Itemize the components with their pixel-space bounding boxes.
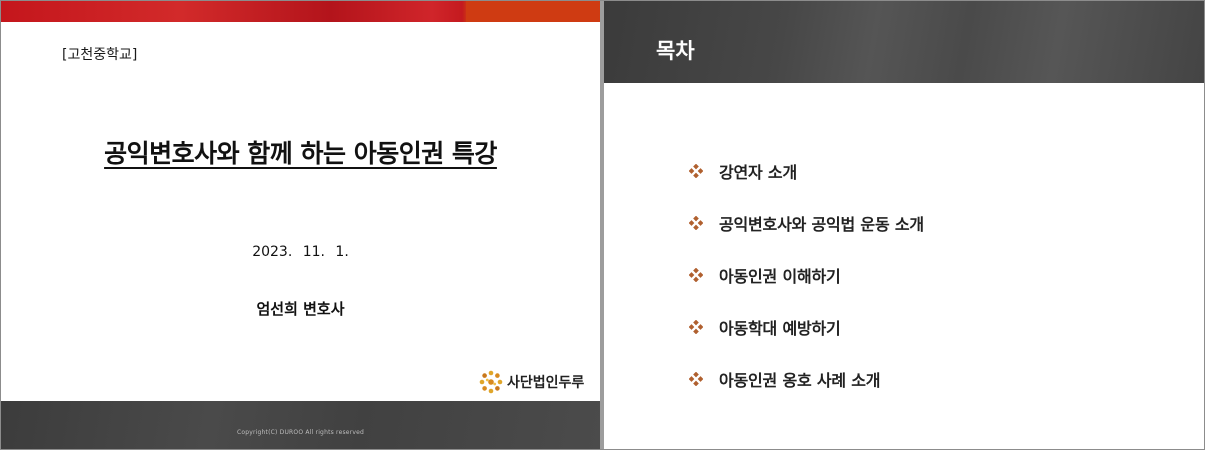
toc-header: 목차 xyxy=(604,1,1204,83)
speaker-name: 엄선희 변호사 xyxy=(256,300,345,318)
top-orange-segment xyxy=(466,1,600,22)
toc-item: 공익변호사와 공익법 운동 소개 xyxy=(689,197,924,249)
toc-item: 아동인권 이해하기 xyxy=(689,249,924,301)
school-name: [고천중학교] xyxy=(62,47,138,63)
toc-item: 강연자 소개 xyxy=(689,145,924,197)
diamond-quad-icon xyxy=(689,216,703,230)
toc-item-label: 아동학대 예방하기 xyxy=(719,319,841,338)
duroo-dots-logo-icon xyxy=(479,370,503,394)
toc-item-label: 아동인권 옹호 사례 소개 xyxy=(719,371,881,390)
toc-item: 아동인권 옹호 사례 소개 xyxy=(689,353,924,405)
lecture-title: 공익변호사와 함께 하는 아동인권 특강 xyxy=(1,134,600,170)
lecture-title-text: 공익변호사와 함께 하는 아동인권 특강 xyxy=(104,139,497,168)
org-name: 사단법인두루 xyxy=(507,375,585,391)
org-logo: 사단법인두루 xyxy=(479,370,584,394)
toc-item: 아동학대 예방하기 xyxy=(689,301,924,353)
toc-title: 목차 xyxy=(656,39,695,63)
lecture-date: 2023. 11. 1. xyxy=(252,244,349,260)
diamond-quad-icon xyxy=(689,320,703,334)
toc-item-label: 강연자 소개 xyxy=(719,163,797,182)
toc-list: 강연자 소개 공익변호사와 공익법 운동 소개 아동인권 이해하기 아동학대 예… xyxy=(689,145,924,405)
diamond-quad-icon xyxy=(689,164,703,178)
slide-thumbnail-1[interactable]: [고천중학교] 공익변호사와 함께 하는 아동인권 특강 2023. 11. 1… xyxy=(1,1,600,449)
toc-item-label: 아동인권 이해하기 xyxy=(719,267,841,286)
copyright-text: Copyright(C) DUROO All rights reserved xyxy=(236,429,365,436)
top-red-band xyxy=(1,1,600,22)
diamond-quad-icon xyxy=(689,268,703,282)
slide-thumbnail-2[interactable]: 목차 강연자 소개 공익변호사와 공익법 운동 소개 아동인권 이해하기 아동학… xyxy=(604,1,1204,449)
toc-item-label: 공익변호사와 공익법 운동 소개 xyxy=(719,215,924,234)
diamond-quad-icon xyxy=(689,372,703,386)
footer-band: Copyright(C) DUROO All rights reserved xyxy=(1,401,600,449)
